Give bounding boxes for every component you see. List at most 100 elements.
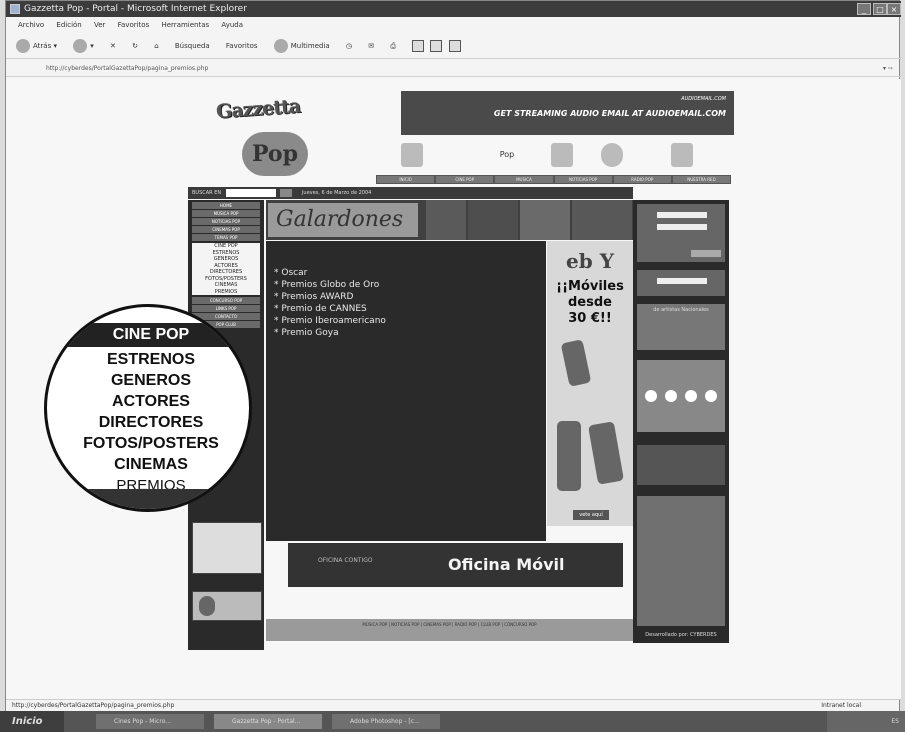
print-icon[interactable]: ⎙	[390, 33, 396, 59]
footer-links[interactable]: MÚSICA POP | NOTICIAS POP | CINEMAS POP …	[266, 619, 633, 641]
small-promo-box[interactable]	[192, 522, 262, 574]
favorites-button[interactable]: Favoritos	[226, 33, 258, 59]
go-icon[interactable]: ▾ ⇨	[883, 61, 893, 77]
promo-box[interactable]	[637, 445, 725, 485]
ad-button[interactable]: vete aquí	[573, 510, 609, 520]
status-bar: http://cyberdes/PortalGazettaPop/pagina_…	[6, 699, 901, 711]
newsletter-input[interactable]	[657, 278, 707, 284]
magnified-item-actores[interactable]: ACTORES	[47, 391, 249, 412]
forward-button[interactable]: ▾	[73, 33, 94, 59]
thumb-4[interactable]	[601, 143, 623, 167]
site-search-input[interactable]	[225, 188, 276, 197]
phone-image	[587, 421, 625, 485]
ad-line-3: 30 €!!	[568, 311, 612, 326]
left-nav-item[interactable]: MÚSICA POP	[192, 210, 260, 217]
refresh-icon[interactable]: ↻	[132, 33, 138, 59]
home-icon[interactable]: ⌂	[154, 33, 158, 59]
taskbar-item[interactable]: Cines Pop - Micro...	[96, 714, 204, 729]
ad-line-1: ¡¡Móviles	[556, 279, 624, 294]
smiley-icon[interactable]	[645, 390, 657, 402]
nav-tab-4[interactable]: NOTICIAS POP	[554, 176, 612, 183]
left-nav-item[interactable]: CONCURSO POP	[192, 297, 260, 304]
header-thumbnails: Pop	[401, 137, 734, 173]
left-nav-item[interactable]: LINKS POP	[192, 305, 260, 312]
magnified-item-generos[interactable]: GENEROS	[47, 370, 249, 391]
start-button[interactable]: Inicio	[0, 711, 64, 732]
site-search-button[interactable]	[280, 188, 293, 197]
taskbar: Inicio Cines Pop - Micro... Gazzetta Pop…	[0, 711, 905, 732]
site-logo[interactable]: Gazzetta Pop	[206, 94, 326, 176]
nav-tab-5[interactable]: RADIO POP	[613, 176, 671, 183]
ebay-ad[interactable]: eb Y ¡¡Móviles desde 30 €!! vete aquí	[547, 241, 633, 526]
menu-help[interactable]: Ayuda	[221, 21, 243, 29]
album-cover[interactable]	[637, 496, 725, 626]
bottom-ad-banner[interactable]: OFICINA CONTIGO Oficina Móvil	[288, 543, 623, 587]
smiley-icon[interactable]	[705, 390, 717, 402]
login-button[interactable]	[691, 250, 721, 257]
history-icon[interactable]: ◷	[346, 33, 352, 59]
avatar-box[interactable]	[192, 591, 262, 621]
nav-tab-1[interactable]: INICIO	[377, 176, 435, 183]
award-link[interactable]: * Premios Globo de Oro	[274, 279, 386, 291]
thumb-pop[interactable]: Pop	[496, 143, 518, 167]
minimize-button[interactable]: _	[857, 3, 871, 15]
banner-small-text: AUDIOEMAIL.COM	[681, 96, 726, 102]
menu-view[interactable]: Ver	[94, 21, 105, 29]
magnified-item-cinemas[interactable]: CINEMAS	[47, 454, 249, 475]
page-content: Gazzetta Pop AUDIOEMAIL.COM GET STREAMIN…	[6, 79, 901, 699]
award-link[interactable]: * Premios AWARD	[274, 291, 386, 303]
search-label: BUSCAR EN	[192, 190, 222, 196]
search-button[interactable]: Búsqueda	[175, 33, 210, 59]
thumb-5[interactable]	[671, 143, 693, 167]
multimedia-button[interactable]: Multimedia	[273, 33, 330, 59]
nav-tab-2[interactable]: CINE POP	[436, 176, 494, 183]
password-input[interactable]	[657, 224, 707, 230]
magnified-item-estrenos[interactable]: ESTRENOS	[47, 349, 249, 370]
menu-tools[interactable]: Herramientas	[161, 21, 209, 29]
taskbar-item[interactable]: Adobe Photoshop - [c...	[332, 714, 440, 729]
magnified-submenu: CINE POP ESTRENOS GENEROS ACTORES DIRECT…	[44, 304, 252, 512]
date-text: Jueves, 6 de Marzo de 2004	[301, 190, 372, 196]
edit-icon[interactable]	[412, 40, 425, 52]
artists-box[interactable]: de artistas Nacionales	[637, 304, 725, 350]
smiley-icon[interactable]	[685, 390, 697, 402]
top-ad-banner[interactable]: AUDIOEMAIL.COM GET STREAMING AUDIO EMAIL…	[401, 91, 734, 135]
award-link[interactable]: * Premio de CANNES	[274, 303, 386, 315]
thumb-1[interactable]	[401, 143, 423, 167]
menu-favorites[interactable]: Favoritos	[118, 21, 150, 29]
award-link[interactable]: * Oscar	[274, 267, 386, 279]
magnified-item-fotos[interactable]: FOTOS/POSTERS	[47, 433, 249, 454]
menu-file[interactable]: Archivo	[18, 21, 44, 29]
address-input[interactable]: http://cyberdes/PortalGazettaPop/pagina_…	[46, 65, 208, 72]
left-nav-item[interactable]: HOME	[192, 202, 260, 209]
left-nav-item[interactable]: NOTICIAS POP	[192, 218, 260, 225]
ad-headline: ¡¡Móviles desde 30 €!!	[547, 279, 633, 327]
stop-icon[interactable]: ✕	[110, 33, 116, 59]
left-nav-item[interactable]: CINEMAS POP	[192, 226, 260, 233]
mail-icon[interactable]: ✉	[368, 33, 374, 59]
submenu-item[interactable]: PREMIOS	[192, 289, 260, 296]
phone-image	[557, 421, 581, 491]
messenger-icon[interactable]	[448, 40, 461, 52]
thumb-3[interactable]	[551, 143, 573, 167]
award-link[interactable]: * Premio Iberoamericano	[274, 315, 386, 327]
smiley-icon[interactable]	[665, 390, 677, 402]
status-url: http://cyberdes/PortalGazettaPop/pagina_…	[12, 702, 175, 709]
left-nav-item[interactable]: TEMAS POP	[192, 234, 260, 241]
menu-edit[interactable]: Edición	[56, 21, 81, 29]
nav-tab-3[interactable]: MUSICA	[495, 176, 553, 183]
maximize-button[interactable]: □	[873, 3, 887, 15]
main-column: * Oscar * Premios Globo de Oro * Premios…	[266, 241, 546, 541]
close-button[interactable]: ×	[887, 3, 901, 15]
discuss-icon[interactable]	[430, 40, 443, 52]
promo-line	[193, 523, 261, 531]
magnified-item-directores[interactable]: DIRECTORES	[47, 412, 249, 433]
newsletter-box	[637, 270, 725, 296]
taskbar-item[interactable]: Gazzetta Pop - Portal...	[214, 714, 322, 729]
award-link[interactable]: * Premio Goya	[274, 327, 386, 339]
poll-box	[637, 360, 725, 432]
username-input[interactable]	[657, 212, 707, 218]
nav-tab-6[interactable]: NUESTRA RED	[672, 176, 731, 183]
header-photo	[520, 200, 570, 240]
back-button[interactable]: Atrás ▾	[16, 33, 57, 59]
